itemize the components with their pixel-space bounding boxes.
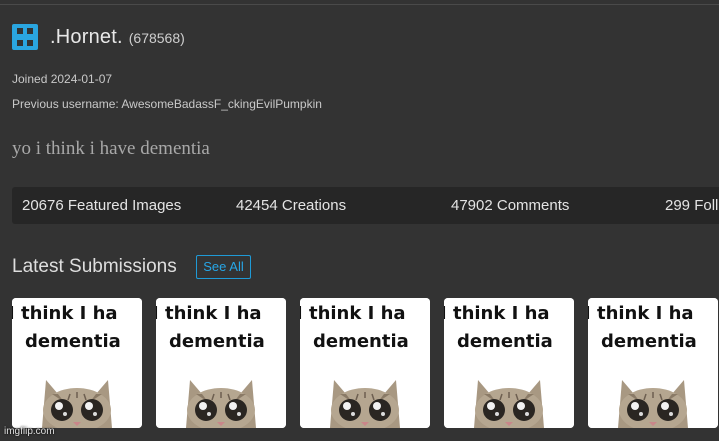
meme-caption-line1: I think I ha xyxy=(156,303,262,324)
meme-image: I think I ha dementia xyxy=(12,298,142,428)
meme-caption-line2: dementia xyxy=(313,331,409,352)
meme-caption-line1: I think I ha xyxy=(12,303,118,324)
username: .Hornet. xyxy=(50,25,123,48)
top-divider xyxy=(0,4,719,5)
meme-caption-line2: dementia xyxy=(25,331,121,352)
stat-featured-images[interactable]: 20676 Featured Images xyxy=(22,187,181,224)
meme-caption-line2: dementia xyxy=(601,331,697,352)
stat-comments[interactable]: 47902 Comments xyxy=(451,187,569,224)
meme-caption-line2: dementia xyxy=(457,331,553,352)
joined-date: Joined 2024-01-07 xyxy=(12,72,113,86)
meme-caption-line1: I think I ha xyxy=(588,303,694,324)
stats-bar: 20676 Featured Images 42454 Creations 47… xyxy=(12,187,719,224)
meme-caption-line1: I think I ha xyxy=(300,303,406,324)
stat-creations[interactable]: 42454 Creations xyxy=(236,187,346,224)
meme-image: I think I ha dementia xyxy=(156,298,286,428)
stat-followers[interactable]: 299 Followers xyxy=(665,187,719,224)
submission-thumbnail[interactable]: I think I ha dementia xyxy=(156,298,286,428)
profile-page: .Hornet. (678568) Joined 2024-01-07 Prev… xyxy=(0,0,719,441)
imgflip-logo-icon[interactable] xyxy=(12,24,38,50)
meme-image: I think I ha dementia xyxy=(300,298,430,428)
previous-username: Previous username: AwesomeBadassF_ckingE… xyxy=(12,97,322,111)
meme-caption-line2: dementia xyxy=(169,331,265,352)
user-id: (678568) xyxy=(128,30,185,46)
imgflip-watermark: imgflip.com xyxy=(4,426,55,437)
submission-thumbnail[interactable]: I think I ha dementia xyxy=(12,298,142,428)
submission-thumbnail[interactable]: I think I ha dementia xyxy=(588,298,718,428)
profile-header: .Hornet. (678568) xyxy=(12,24,185,50)
submission-thumbnail[interactable]: I think I ha dementia xyxy=(444,298,574,428)
profile-bio: yo i think i have dementia xyxy=(12,138,210,159)
meme-image: I think I ha dementia xyxy=(588,298,718,428)
latest-submissions-title: Latest Submissions xyxy=(12,256,177,277)
submission-thumbnail[interactable]: I think I ha dementia xyxy=(300,298,430,428)
see-all-button[interactable]: See All xyxy=(196,255,251,279)
meme-image: I think I ha dementia xyxy=(444,298,574,428)
meme-caption-line1: I think I ha xyxy=(444,303,550,324)
